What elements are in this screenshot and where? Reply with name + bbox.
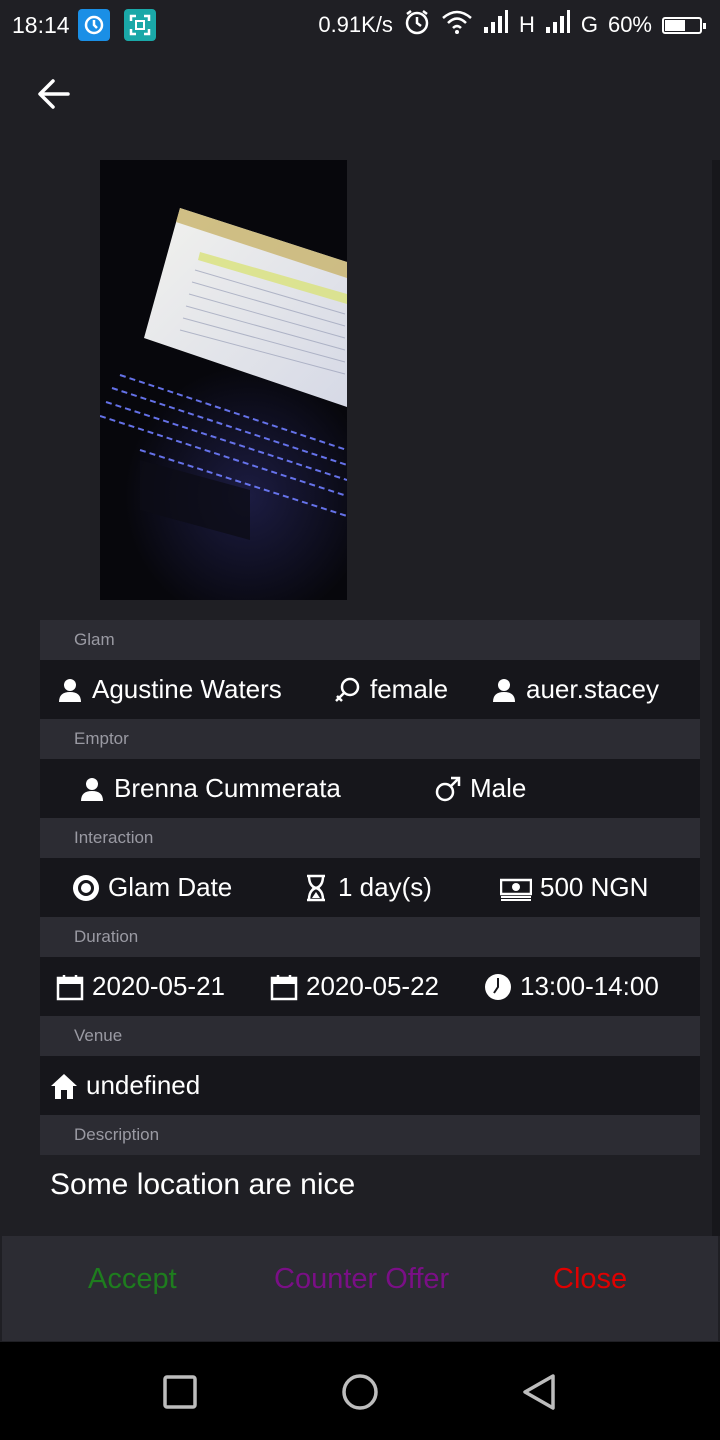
interaction-price: 500 NGN: [500, 872, 648, 903]
battery-icon: [662, 16, 706, 34]
person-icon: [493, 678, 515, 702]
interaction-row: Glam Date 1 day(s) 500 NGN: [40, 858, 700, 917]
venue-value: undefined: [50, 1070, 200, 1101]
action-bar: Accept Counter Offer Close: [2, 1236, 718, 1341]
accept-button[interactable]: Accept: [88, 1236, 177, 1341]
status-bar: 18:14 0.91K/s H G 60%: [0, 0, 720, 50]
money-icon: [500, 878, 532, 901]
interaction-price-text: 500 NGN: [540, 872, 649, 902]
person-icon: [59, 678, 81, 702]
close-button[interactable]: Close: [553, 1236, 627, 1341]
duration-end: 2020-05-22: [270, 971, 439, 1002]
interaction-length: 1 day(s): [302, 872, 432, 903]
glam-name-text: Agustine Waters: [92, 674, 282, 704]
interaction-length-text: 1 day(s): [338, 872, 432, 902]
duration-end-text: 2020-05-22: [306, 971, 439, 1001]
network-type-2: G: [580, 12, 598, 37]
signal-icon: [545, 10, 571, 40]
description-text: Some location are nice: [50, 1168, 356, 1201]
emptor-name-text: Brenna Cummerata: [114, 773, 341, 803]
interaction-type: Glam Date: [72, 872, 232, 903]
female-symbol-icon: [335, 677, 360, 702]
scroll-track: [712, 160, 720, 1236]
home-button[interactable]: [340, 1372, 380, 1412]
recents-square-icon: [163, 1375, 197, 1409]
profile-photo: [100, 160, 347, 600]
back-nav-button[interactable]: [520, 1372, 560, 1412]
clock-icon: [485, 973, 511, 1000]
signal-icon: [483, 10, 509, 40]
calendar-icon: [270, 974, 298, 1000]
venue-text: undefined: [86, 1070, 201, 1100]
calendar-icon: [56, 974, 84, 1000]
back-button[interactable]: [34, 74, 74, 114]
glam-username-text: auer.stacey: [526, 674, 659, 704]
counter-offer-button[interactable]: Counter Offer: [274, 1236, 449, 1341]
male-symbol-icon: [435, 776, 461, 801]
duration-start: 2020-05-21: [56, 971, 225, 1002]
interaction-type-text: Glam Date: [108, 872, 233, 902]
hourglass-icon: [307, 874, 325, 901]
emptor-gender: Male: [434, 773, 526, 804]
duration-header: Duration: [40, 917, 700, 957]
duration-row: 2020-05-21 2020-05-22 13:00-14:00: [40, 957, 700, 1016]
person-icon: [81, 777, 103, 801]
glam-header: Glam: [40, 620, 700, 660]
glam-username: auer.stacey: [490, 674, 659, 705]
battery-percent: 60%: [607, 12, 652, 37]
venue-header: Venue: [40, 1016, 700, 1056]
arrow-left-icon: [38, 79, 70, 109]
alarm-icon: [403, 8, 431, 42]
back-triangle-icon: [523, 1374, 555, 1410]
glam-gender-text: female: [370, 674, 449, 704]
emptor-header: Emptor: [40, 719, 700, 759]
home-icon: [51, 1073, 77, 1099]
system-nav-bar: [0, 1342, 720, 1440]
target-icon: [73, 874, 99, 901]
duration-time-text: 13:00-14:00: [520, 971, 659, 1001]
recents-button[interactable]: [160, 1372, 200, 1412]
emptor-row: Brenna Cummerata Male: [40, 759, 700, 818]
glam-row: Agustine Waters female auer.stacey: [40, 660, 700, 719]
network-type-1: H: [518, 12, 535, 37]
duration-time: 13:00-14:00: [484, 971, 659, 1002]
wifi-icon: [441, 9, 473, 41]
glam-name: Agustine Waters: [56, 674, 282, 705]
app-sync-icon: [77, 9, 110, 41]
emptor-name: Brenna Cummerata: [78, 773, 341, 804]
network-speed: 0.91K/s: [318, 12, 393, 37]
home-circle-icon: [342, 1374, 378, 1410]
glam-gender: female: [334, 674, 448, 705]
status-time: 18:14: [12, 11, 70, 38]
screen-capture-icon: [123, 9, 156, 41]
duration-start-text: 2020-05-21: [92, 971, 225, 1001]
interaction-header: Interaction: [40, 818, 700, 858]
description-header: Description: [40, 1115, 700, 1155]
emptor-gender-text: Male: [470, 773, 527, 803]
venue-row: undefined: [40, 1056, 700, 1115]
